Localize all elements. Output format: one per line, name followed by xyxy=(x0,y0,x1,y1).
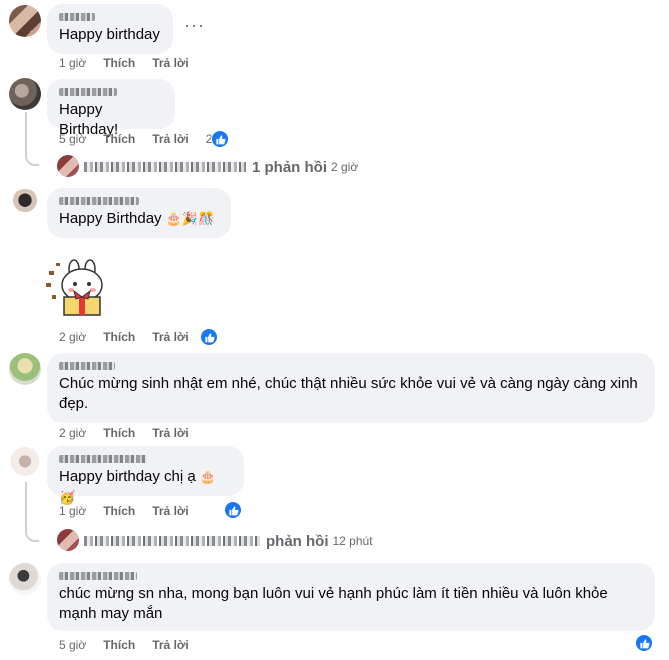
reply-count[interactable]: phản hồi xyxy=(266,533,329,550)
thumbs-up-icon[interactable] xyxy=(635,634,653,652)
comment-bubble: Chúc mừng sinh nhật em nhé, chúc thật nh… xyxy=(47,353,655,423)
reply-time: 2 giờ xyxy=(331,160,359,174)
comment-text: Happy birthday chị ạ 🎂🥳 xyxy=(59,468,217,506)
thumbs-up-icon[interactable] xyxy=(200,328,218,346)
bunny-gift-sticker xyxy=(44,255,116,319)
like-button[interactable]: Thích xyxy=(103,330,135,344)
thumbs-up-icon[interactable] xyxy=(211,130,229,148)
like-button[interactable]: Thích xyxy=(103,132,135,146)
comment-text: chúc mừng sn nha, mong bạn luôn vui vẻ h… xyxy=(59,585,608,602)
comment-bubble: Happy birthday chị ạ 🎂🥳 xyxy=(47,446,244,506)
avatar[interactable] xyxy=(57,155,79,177)
comment-actions: 1 giờ Thích Trả lời xyxy=(59,504,206,518)
commenter-name[interactable] xyxy=(59,195,219,207)
reply-button[interactable]: Trả lời xyxy=(152,56,189,70)
like-button[interactable]: Thích xyxy=(103,56,135,70)
view-replies-link[interactable]: 1 phản hồi 2 giờ xyxy=(84,157,358,177)
cake-icon: 🎂🎉🎊 xyxy=(165,212,215,227)
comment-text: Chúc mừng sinh nhật em nhé, chúc thật nh… xyxy=(59,375,638,392)
avatar[interactable] xyxy=(57,529,79,551)
reply-button[interactable]: Trả lời xyxy=(152,426,189,440)
avatar[interactable] xyxy=(9,78,41,110)
comment-actions: 1 giờ Thích Trả lời xyxy=(59,56,206,70)
comment-text: Happy birthday xyxy=(59,26,160,43)
thumbs-up-icon[interactable] xyxy=(224,501,242,519)
reply-time: 12 phút xyxy=(332,534,373,548)
reply-count[interactable]: 1 phản hồi xyxy=(252,159,327,176)
commenter-name[interactable] xyxy=(59,570,643,582)
replier-names xyxy=(84,162,246,172)
thread-line xyxy=(25,532,39,542)
comment-actions: 2 giờ Thích Trả lời xyxy=(59,426,206,440)
comment-text: đẹp. xyxy=(59,395,89,412)
avatar[interactable] xyxy=(9,353,41,385)
reply-button[interactable]: Trả lời xyxy=(152,330,189,344)
comment-time[interactable]: 5 giờ xyxy=(59,638,86,652)
avatar[interactable] xyxy=(9,5,41,37)
comment-bubble: Happy Birthday 🎂🎉🎊 xyxy=(47,188,231,238)
comment-actions: 2 giờ Thích Trả lời xyxy=(59,330,206,344)
comment-text: Happy Birthday 🎂🎉🎊 xyxy=(59,210,215,227)
comment-bubble: chúc mừng sn nha, mong bạn luôn vui vẻ h… xyxy=(47,563,655,631)
like-button[interactable]: Thích xyxy=(103,426,135,440)
commenter-name[interactable] xyxy=(59,360,643,372)
comment-bubble: Happy birthday xyxy=(47,4,173,54)
comment-time[interactable]: 2 giờ xyxy=(59,330,86,344)
thread-line xyxy=(25,482,27,532)
reply-button[interactable]: Trả lời xyxy=(152,132,189,146)
commenter-name[interactable] xyxy=(59,453,232,465)
comment-time[interactable]: 1 giờ xyxy=(59,56,86,70)
comment-actions: 5 giờ Thích Trả lời xyxy=(59,638,206,652)
like-button[interactable]: Thích xyxy=(103,504,135,518)
comment-time[interactable]: 5 giờ xyxy=(59,132,86,146)
reply-button[interactable]: Trả lời xyxy=(152,638,189,652)
comment-time[interactable]: 2 giờ xyxy=(59,426,86,440)
comment-time[interactable]: 1 giờ xyxy=(59,504,86,518)
like-button[interactable]: Thích xyxy=(103,638,135,652)
comment-text: mạnh may mắn xyxy=(59,605,163,622)
reply-button[interactable]: Trả lời xyxy=(152,504,189,518)
view-replies-link[interactable]: phản hồi 12 phút xyxy=(84,531,373,551)
avatar[interactable] xyxy=(9,189,41,221)
more-dots-icon[interactable]: ··· xyxy=(184,15,205,36)
comment-actions: 5 giờ Thích Trả lời 2 xyxy=(59,132,216,146)
thread-line xyxy=(25,112,27,156)
avatar[interactable] xyxy=(9,563,41,595)
commenter-name[interactable] xyxy=(59,11,161,23)
replier-names xyxy=(84,536,260,546)
avatar[interactable] xyxy=(9,447,41,479)
comment-bubble: Happy Birthday! xyxy=(47,79,175,138)
commenter-name[interactable] xyxy=(59,86,163,98)
thread-line xyxy=(25,156,39,166)
